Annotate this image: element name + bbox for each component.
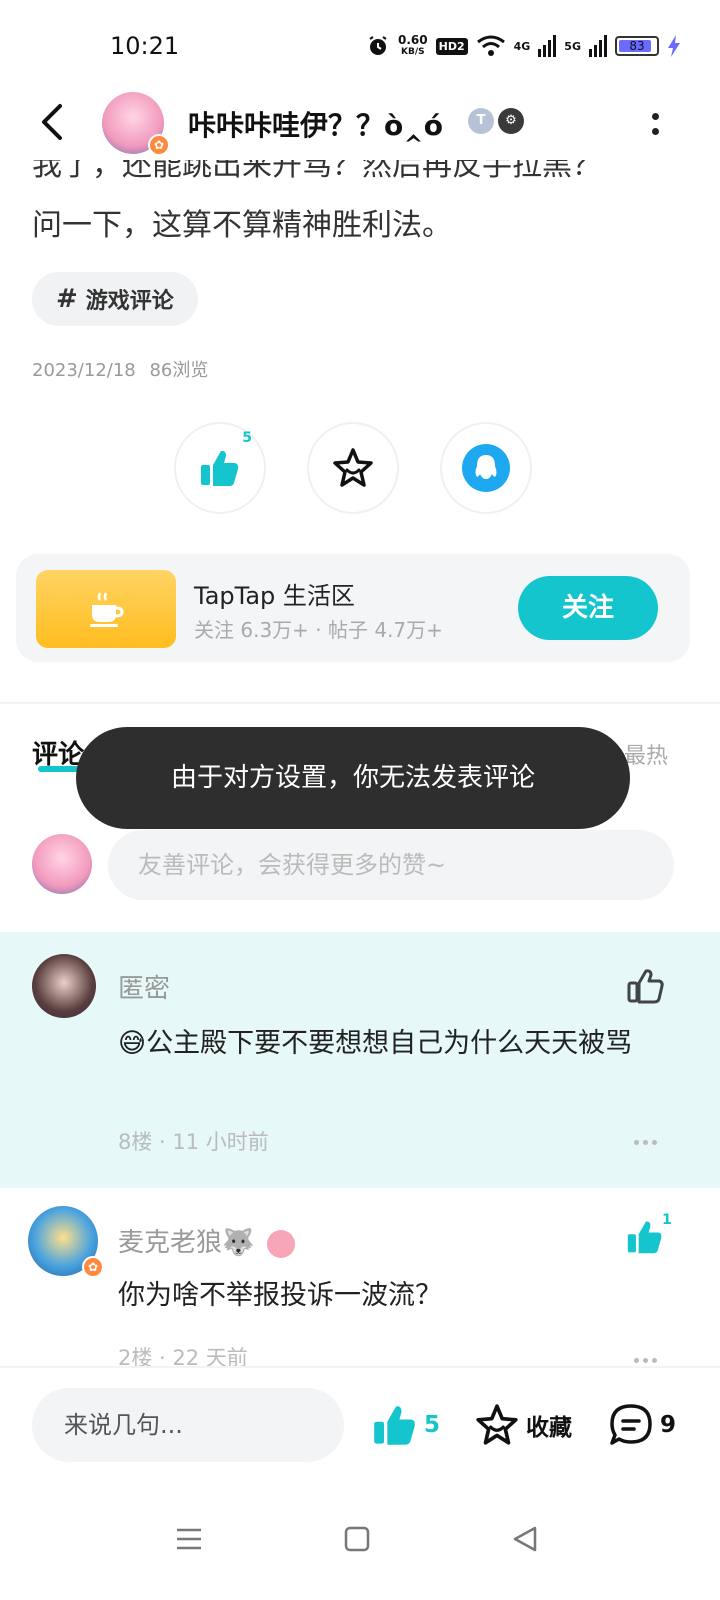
net-speed: 0.60 KB/S — [398, 33, 428, 57]
charging-icon — [667, 35, 680, 57]
comment-more-button[interactable] — [634, 1358, 657, 1363]
dot-icon — [652, 1358, 657, 1363]
commenter-name[interactable]: 麦克老狼🐺 — [118, 1222, 295, 1259]
dot-icon — [634, 1140, 639, 1145]
back-nav-button[interactable] — [500, 1514, 550, 1564]
post-text: 问一下，这算不算精神胜利法。 — [32, 208, 452, 243]
comment-item[interactable]: 匿密 😅公主殿下要不要想想自己为什么天天被骂 8楼 · 11 小时前 — [0, 932, 720, 1188]
more-options-button[interactable] — [640, 104, 670, 144]
comment-more-button[interactable] — [634, 1140, 657, 1145]
comment-meta: 8楼 · 11 小时前 — [118, 1130, 269, 1154]
status-time: 10:21 — [110, 32, 180, 60]
status-icons: 0.60 KB/S HD2 4G 5G 83 — [366, 28, 681, 64]
battery-icon: 83 — [614, 36, 659, 56]
comment-like-button[interactable] — [626, 966, 666, 1010]
dot-icon — [651, 113, 659, 120]
dot-icon — [634, 1358, 639, 1363]
coffee-cup-icon — [90, 592, 124, 627]
back-triangle-icon — [513, 1526, 537, 1552]
dot-icon — [643, 1140, 648, 1145]
alarm-icon — [369, 36, 387, 55]
comments-tab[interactable]: 评论 — [32, 734, 84, 771]
comment-item[interactable]: ✿ 麦克老狼🐺 1 你为啥不举报投诉一波流？ 2楼 · 22 天前 — [0, 1188, 720, 1366]
dot-icon — [651, 128, 659, 135]
comment-text: 😅公主殿下要不要想想自己为什么天天被骂 — [118, 1028, 633, 1059]
back-arrow-icon — [42, 104, 62, 140]
toast-message: 由于对方设置，你无法发表评论 — [76, 727, 630, 829]
thumbs-up-outline-icon — [627, 969, 664, 1004]
signal-icon — [588, 35, 607, 57]
author-avatar[interactable]: ✿ — [102, 92, 170, 156]
verified-badge-icon: ✿ — [82, 1256, 104, 1278]
follow-button[interactable]: 关注 — [518, 576, 658, 640]
commenter-name[interactable]: 匿密 — [118, 968, 170, 1005]
user-tag-icon — [266, 1229, 295, 1258]
system-nav-bar — [0, 1486, 720, 1600]
back-button[interactable] — [32, 100, 76, 144]
net-5g-label: 5G — [564, 39, 581, 53]
community-card[interactable]: TapTap 生活区 关注 6.3万+ · 帖子 4.7万+ 关注 — [16, 554, 690, 662]
comment-like-count: 1 — [662, 1212, 672, 1228]
verified-badge-icon: ✿ — [148, 134, 170, 156]
commenter-avatar[interactable] — [32, 954, 96, 1018]
bottom-comment-count: 9 — [660, 1412, 677, 1438]
comment-bubble-icon — [610, 1404, 652, 1445]
dot-icon — [652, 1140, 657, 1145]
bottom-like-count: 5 — [424, 1412, 441, 1438]
like-count: 5 — [242, 430, 252, 446]
home-nav-button[interactable] — [332, 1514, 382, 1564]
net-4g-label: 4G — [513, 39, 531, 53]
menu-icon — [177, 1528, 201, 1550]
my-avatar — [32, 834, 92, 894]
post-views: 86浏览 — [149, 360, 209, 381]
bottom-favorite-label: 收藏 — [526, 1415, 572, 1441]
sort-hot-button[interactable]: 最热 — [624, 738, 668, 770]
wifi-icon — [476, 35, 505, 56]
community-name: TapTap 生活区 — [194, 582, 355, 610]
topic-tag[interactable]: # 游戏评论 — [32, 272, 198, 326]
author-name[interactable]: 咔咔咔哇伊？？ò‸ó — [188, 104, 443, 144]
author-badges: T ⚙ — [468, 108, 524, 134]
post-meta: 2023/12/18 86浏览 — [32, 356, 208, 382]
honor-badge-icon: ⚙ — [498, 108, 524, 134]
hd-badge: HD2 — [435, 37, 468, 55]
home-square-icon — [344, 1526, 370, 1552]
thumbs-up-icon — [374, 1406, 415, 1445]
favorite-button[interactable] — [307, 422, 399, 514]
bottom-like-button[interactable]: 5 — [372, 1402, 440, 1448]
community-icon — [36, 570, 176, 648]
bottom-favorite-button[interactable]: 收藏 — [474, 1402, 572, 1448]
bottom-action-bar: 来说几句... 5 收藏 9 — [0, 1366, 720, 1486]
star-face-icon — [333, 448, 373, 487]
share-qq-button[interactable] — [440, 422, 532, 514]
thumbs-up-icon — [201, 450, 239, 486]
community-stats: 关注 6.3万+ · 帖子 4.7万+ — [194, 618, 443, 642]
qq-icon — [462, 444, 510, 492]
comment-meta: 2楼 · 22 天前 — [118, 1346, 248, 1366]
like-button[interactable]: 5 — [174, 422, 266, 514]
comment-input[interactable]: 友善评论，会获得更多的赞~ — [108, 830, 674, 900]
post-text-partial: 我了，还能跳出来开骂？然后再反手拉黑？ — [32, 160, 602, 183]
hashtag-icon: # — [56, 284, 78, 314]
thumbs-up-icon — [627, 1221, 662, 1254]
level-badge-icon: T — [468, 108, 494, 134]
comment-text: 你为啥不举报投诉一波流？ — [118, 1280, 442, 1311]
bottom-comment-button[interactable]: 9 — [608, 1402, 676, 1448]
section-divider — [0, 702, 720, 704]
comment-like-button[interactable]: 1 — [626, 1212, 672, 1260]
menu-nav-button[interactable] — [164, 1514, 214, 1564]
dot-icon — [643, 1358, 648, 1363]
signal-icon — [538, 35, 557, 57]
post-date: 2023/12/18 — [32, 360, 136, 381]
reply-input[interactable]: 来说几句... — [32, 1388, 344, 1462]
star-face-icon — [476, 1404, 518, 1445]
commenter-avatar[interactable]: ✿ — [28, 1206, 104, 1278]
topic-tag-label: 游戏评论 — [85, 289, 174, 314]
